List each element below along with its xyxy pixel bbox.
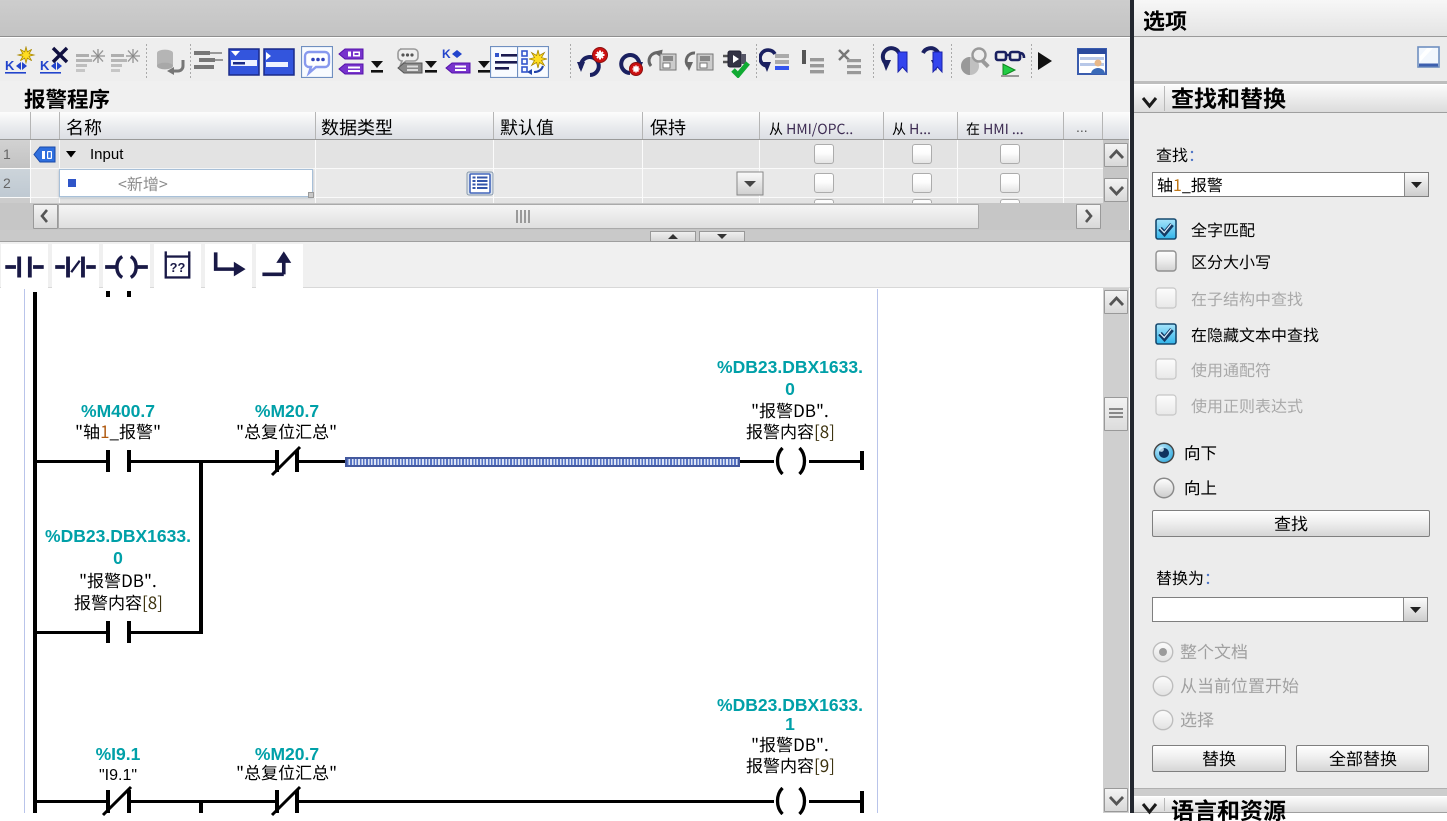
svg-text:??: ?? — [170, 261, 186, 275]
svg-text:K: K — [5, 58, 15, 73]
svg-text:K: K — [40, 58, 50, 73]
svg-text:K: K — [442, 47, 451, 61]
